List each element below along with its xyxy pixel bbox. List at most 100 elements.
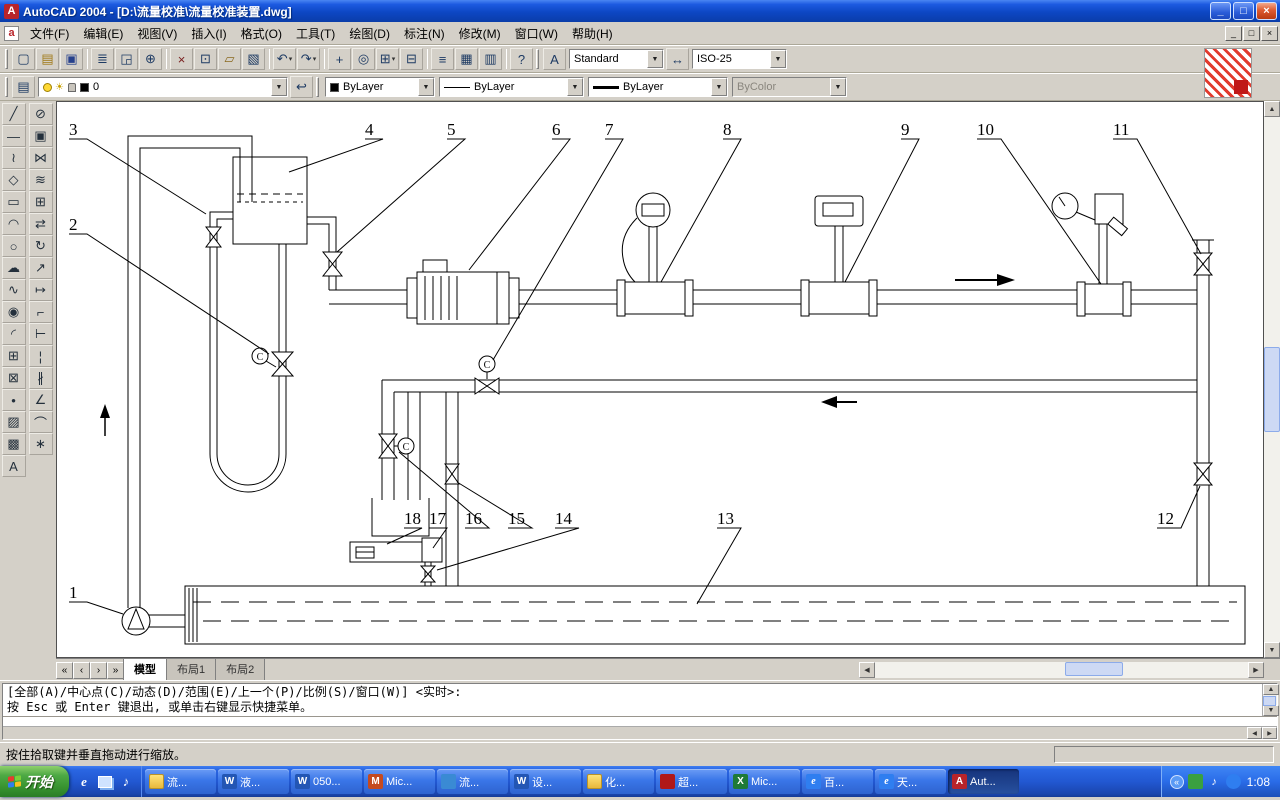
- horizontal-scroll-thumb[interactable]: [1065, 662, 1123, 676]
- vertical-scroll-track[interactable]: [1264, 117, 1280, 642]
- command-scroll-up-icon[interactable]: ▲: [1263, 684, 1279, 695]
- modify-fillet-button[interactable]: ⌒: [29, 411, 53, 433]
- menu-format[interactable]: 格式(O): [234, 22, 289, 45]
- command-scroll-down-icon[interactable]: ▼: [1263, 705, 1279, 716]
- dim-style-combo[interactable]: ISO-25 ▼: [692, 49, 787, 69]
- paste-button[interactable]: ▱: [218, 48, 241, 70]
- child-close-button[interactable]: ×: [1261, 26, 1278, 41]
- plot-preview-button[interactable]: ◲: [115, 48, 138, 70]
- combo-arrow-icon[interactable]: ▼: [418, 78, 434, 96]
- modify-trim-button[interactable]: ⌐: [29, 301, 53, 323]
- dim-style-button[interactable]: ↔: [666, 48, 689, 70]
- tab-next-button[interactable]: ›: [90, 662, 107, 679]
- horizontal-scroll-track[interactable]: [875, 662, 1248, 678]
- taskbar-task-media[interactable]: 超...: [656, 769, 727, 794]
- open-button[interactable]: ▤: [36, 48, 59, 70]
- minimize-button[interactable]: _: [1210, 2, 1231, 20]
- maximize-button[interactable]: □: [1233, 2, 1254, 20]
- undo-button[interactable]: ↶▾: [273, 48, 296, 70]
- undo-dropdown-icon[interactable]: ▾: [289, 55, 293, 63]
- draw-revcloud-button[interactable]: ☁: [2, 257, 26, 279]
- zoom-previous-button[interactable]: ⊟: [400, 48, 423, 70]
- combo-arrow-icon[interactable]: ▼: [770, 50, 786, 68]
- copy-button[interactable]: ⊡: [194, 48, 217, 70]
- media-player-icon[interactable]: ♪: [117, 773, 135, 791]
- publish-button[interactable]: ⊕: [139, 48, 162, 70]
- canvas-horizontal-scrollbar[interactable]: ◀ ▶: [859, 662, 1264, 678]
- tray-chevron-icon[interactable]: «: [1170, 775, 1184, 789]
- taskbar-task-excel[interactable]: XMic...: [729, 769, 800, 794]
- drawing-file-icon[interactable]: a: [4, 26, 19, 41]
- tab-layout1[interactable]: 布局1: [166, 658, 216, 680]
- taskbar-task-office[interactable]: MMic...: [364, 769, 435, 794]
- start-button[interactable]: 开始: [0, 766, 69, 797]
- scroll-up-icon[interactable]: ▲: [1264, 101, 1280, 117]
- menu-tools[interactable]: 工具(T): [289, 22, 342, 45]
- command-history[interactable]: [全部(A)/中心点(C)/动态(D)/范围(E)/上一个(P)/比例(S)/窗…: [3, 684, 1262, 716]
- layers-button[interactable]: ▤: [12, 76, 35, 98]
- draw-line-button[interactable]: ╱: [2, 103, 26, 125]
- show-desktop-icon[interactable]: [96, 773, 114, 791]
- menu-view[interactable]: 视图(V): [130, 22, 184, 45]
- linetype-combo[interactable]: ByLayer ▼: [439, 77, 584, 97]
- taskbar-task-folder[interactable]: 化...: [583, 769, 654, 794]
- command-horizontal-scrollbar[interactable]: ◀ ▶: [3, 726, 1277, 739]
- menu-help[interactable]: 帮助(H): [565, 22, 620, 45]
- zoom-window-button[interactable]: ⊞▾: [376, 48, 399, 70]
- messenger-tray-icon[interactable]: [1188, 774, 1203, 789]
- scroll-left-icon[interactable]: ◀: [859, 662, 875, 678]
- menu-dimension[interactable]: 标注(N): [397, 22, 452, 45]
- scroll-down-icon[interactable]: ▼: [1264, 642, 1280, 658]
- layers-toolbar-grip[interactable]: [5, 77, 8, 97]
- modify-scale-button[interactable]: ↗: [29, 257, 53, 279]
- redo-dropdown-icon[interactable]: ▾: [313, 55, 317, 63]
- combo-arrow-icon[interactable]: ▼: [647, 50, 663, 68]
- layer-freeze-icon[interactable]: ☀: [55, 82, 64, 93]
- taskbar-task-autocad[interactable]: AAut...: [948, 769, 1019, 794]
- draw-arc-button[interactable]: ◠: [2, 213, 26, 235]
- text-style-combo[interactable]: Standard ▼: [569, 49, 664, 69]
- plot-button[interactable]: ≣: [91, 48, 114, 70]
- menu-file[interactable]: 文件(F): [23, 22, 76, 45]
- draw-point-button[interactable]: •: [2, 389, 26, 411]
- menu-window[interactable]: 窗口(W): [508, 22, 565, 45]
- layer-combo[interactable]: ☀ 0 ▼: [38, 77, 288, 97]
- text-style-button[interactable]: A: [543, 48, 566, 70]
- styles-toolbar-grip[interactable]: [536, 49, 539, 69]
- model-space-canvas[interactable]: C C: [56, 101, 1264, 658]
- menu-insert[interactable]: 插入(I): [184, 22, 233, 45]
- tab-first-button[interactable]: «: [56, 662, 73, 679]
- canvas-vertical-scrollbar[interactable]: ▲ ▼: [1264, 101, 1280, 658]
- taskbar-task-word[interactable]: W设...: [510, 769, 581, 794]
- tab-last-button[interactable]: »: [107, 662, 124, 679]
- draw-ellipse-arc-button[interactable]: ◜: [2, 323, 26, 345]
- combo-arrow-icon[interactable]: ▼: [711, 78, 727, 96]
- child-restore-button[interactable]: □: [1243, 26, 1260, 41]
- draw-rectangle-button[interactable]: ▭: [2, 191, 26, 213]
- cut-button[interactable]: ×: [170, 48, 193, 70]
- modify-explode-button[interactable]: ∗: [29, 433, 53, 455]
- modify-stretch-button[interactable]: ↦: [29, 279, 53, 301]
- make-block-button[interactable]: ⊠: [2, 367, 26, 389]
- save-button[interactable]: ▣: [60, 48, 83, 70]
- redo-button[interactable]: ↷▾: [297, 48, 320, 70]
- layer-lock-icon[interactable]: [68, 83, 76, 92]
- modify-chamfer-button[interactable]: ∠: [29, 389, 53, 411]
- color-combo[interactable]: ByLayer ▼: [325, 77, 435, 97]
- volume-icon[interactable]: ♪: [1207, 774, 1222, 789]
- modify-copy-button[interactable]: ▣: [29, 125, 53, 147]
- taskbar-task-word[interactable]: W050...: [291, 769, 362, 794]
- command-scroll-left-icon[interactable]: ◀: [1247, 727, 1262, 739]
- lineweight-combo[interactable]: ByLayer ▼: [588, 77, 728, 97]
- help-button[interactable]: ?: [510, 48, 533, 70]
- draw-spline-button[interactable]: ∿: [2, 279, 26, 301]
- child-minimize-button[interactable]: _: [1225, 26, 1242, 41]
- modify-rotate-button[interactable]: ↻: [29, 235, 53, 257]
- draw-mtext-button[interactable]: A: [2, 455, 26, 477]
- taskbar-task-app[interactable]: 流...: [437, 769, 508, 794]
- designcenter-button[interactable]: ▦: [455, 48, 478, 70]
- match-properties-button[interactable]: ▧: [242, 48, 265, 70]
- command-input[interactable]: [3, 717, 1277, 726]
- new-button[interactable]: ▢: [12, 48, 35, 70]
- tab-model[interactable]: 模型: [123, 658, 167, 680]
